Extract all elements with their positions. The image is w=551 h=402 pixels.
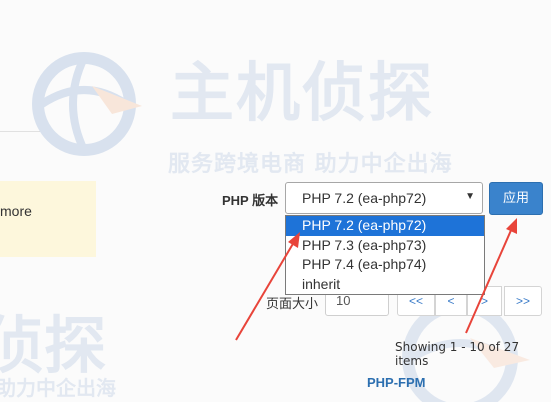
divider-line: [0, 131, 40, 132]
watermark-globe-logo: [32, 52, 142, 156]
php-version-selected-value: PHP 7.2 (ea-php72): [302, 190, 427, 206]
php-version-select[interactable]: PHP 7.2 (ea-php72) ▼: [285, 182, 483, 214]
notice-text[interactable]: more: [0, 203, 32, 219]
pagination-summary: Showing 1 - 10 of 27 items: [395, 340, 520, 368]
php-version-label: PHP 版本: [222, 193, 279, 208]
watermark-subtitle-partial: 助力中企出海: [0, 376, 116, 400]
watermark-title: 主机侦探: [170, 57, 434, 131]
dropdown-option-inherit[interactable]: inherit: [286, 275, 484, 295]
dropdown-option-php73[interactable]: PHP 7.3 (ea-php73): [286, 236, 484, 256]
dropdown-option-php72[interactable]: PHP 7.2 (ea-php72): [286, 216, 484, 236]
watermark-title-partial: 侦探: [0, 309, 107, 382]
chevron-down-icon: ▼: [465, 191, 475, 202]
dropdown-option-php74[interactable]: PHP 7.4 (ea-php74): [286, 255, 484, 275]
watermark-subtitle: 服务跨境电商 助力中企出海: [168, 152, 453, 177]
page-size-value: 10: [336, 293, 351, 308]
last-page-button[interactable]: >>: [504, 286, 542, 316]
notice-box: [0, 181, 96, 257]
page-size-label: 页面大小: [266, 297, 319, 312]
php-version-dropdown-list: PHP 7.2 (ea-php72) PHP 7.3 (ea-php73) PH…: [285, 215, 485, 295]
section-title: PHP-FPM: [367, 375, 426, 390]
apply-button[interactable]: 应用: [489, 182, 543, 215]
